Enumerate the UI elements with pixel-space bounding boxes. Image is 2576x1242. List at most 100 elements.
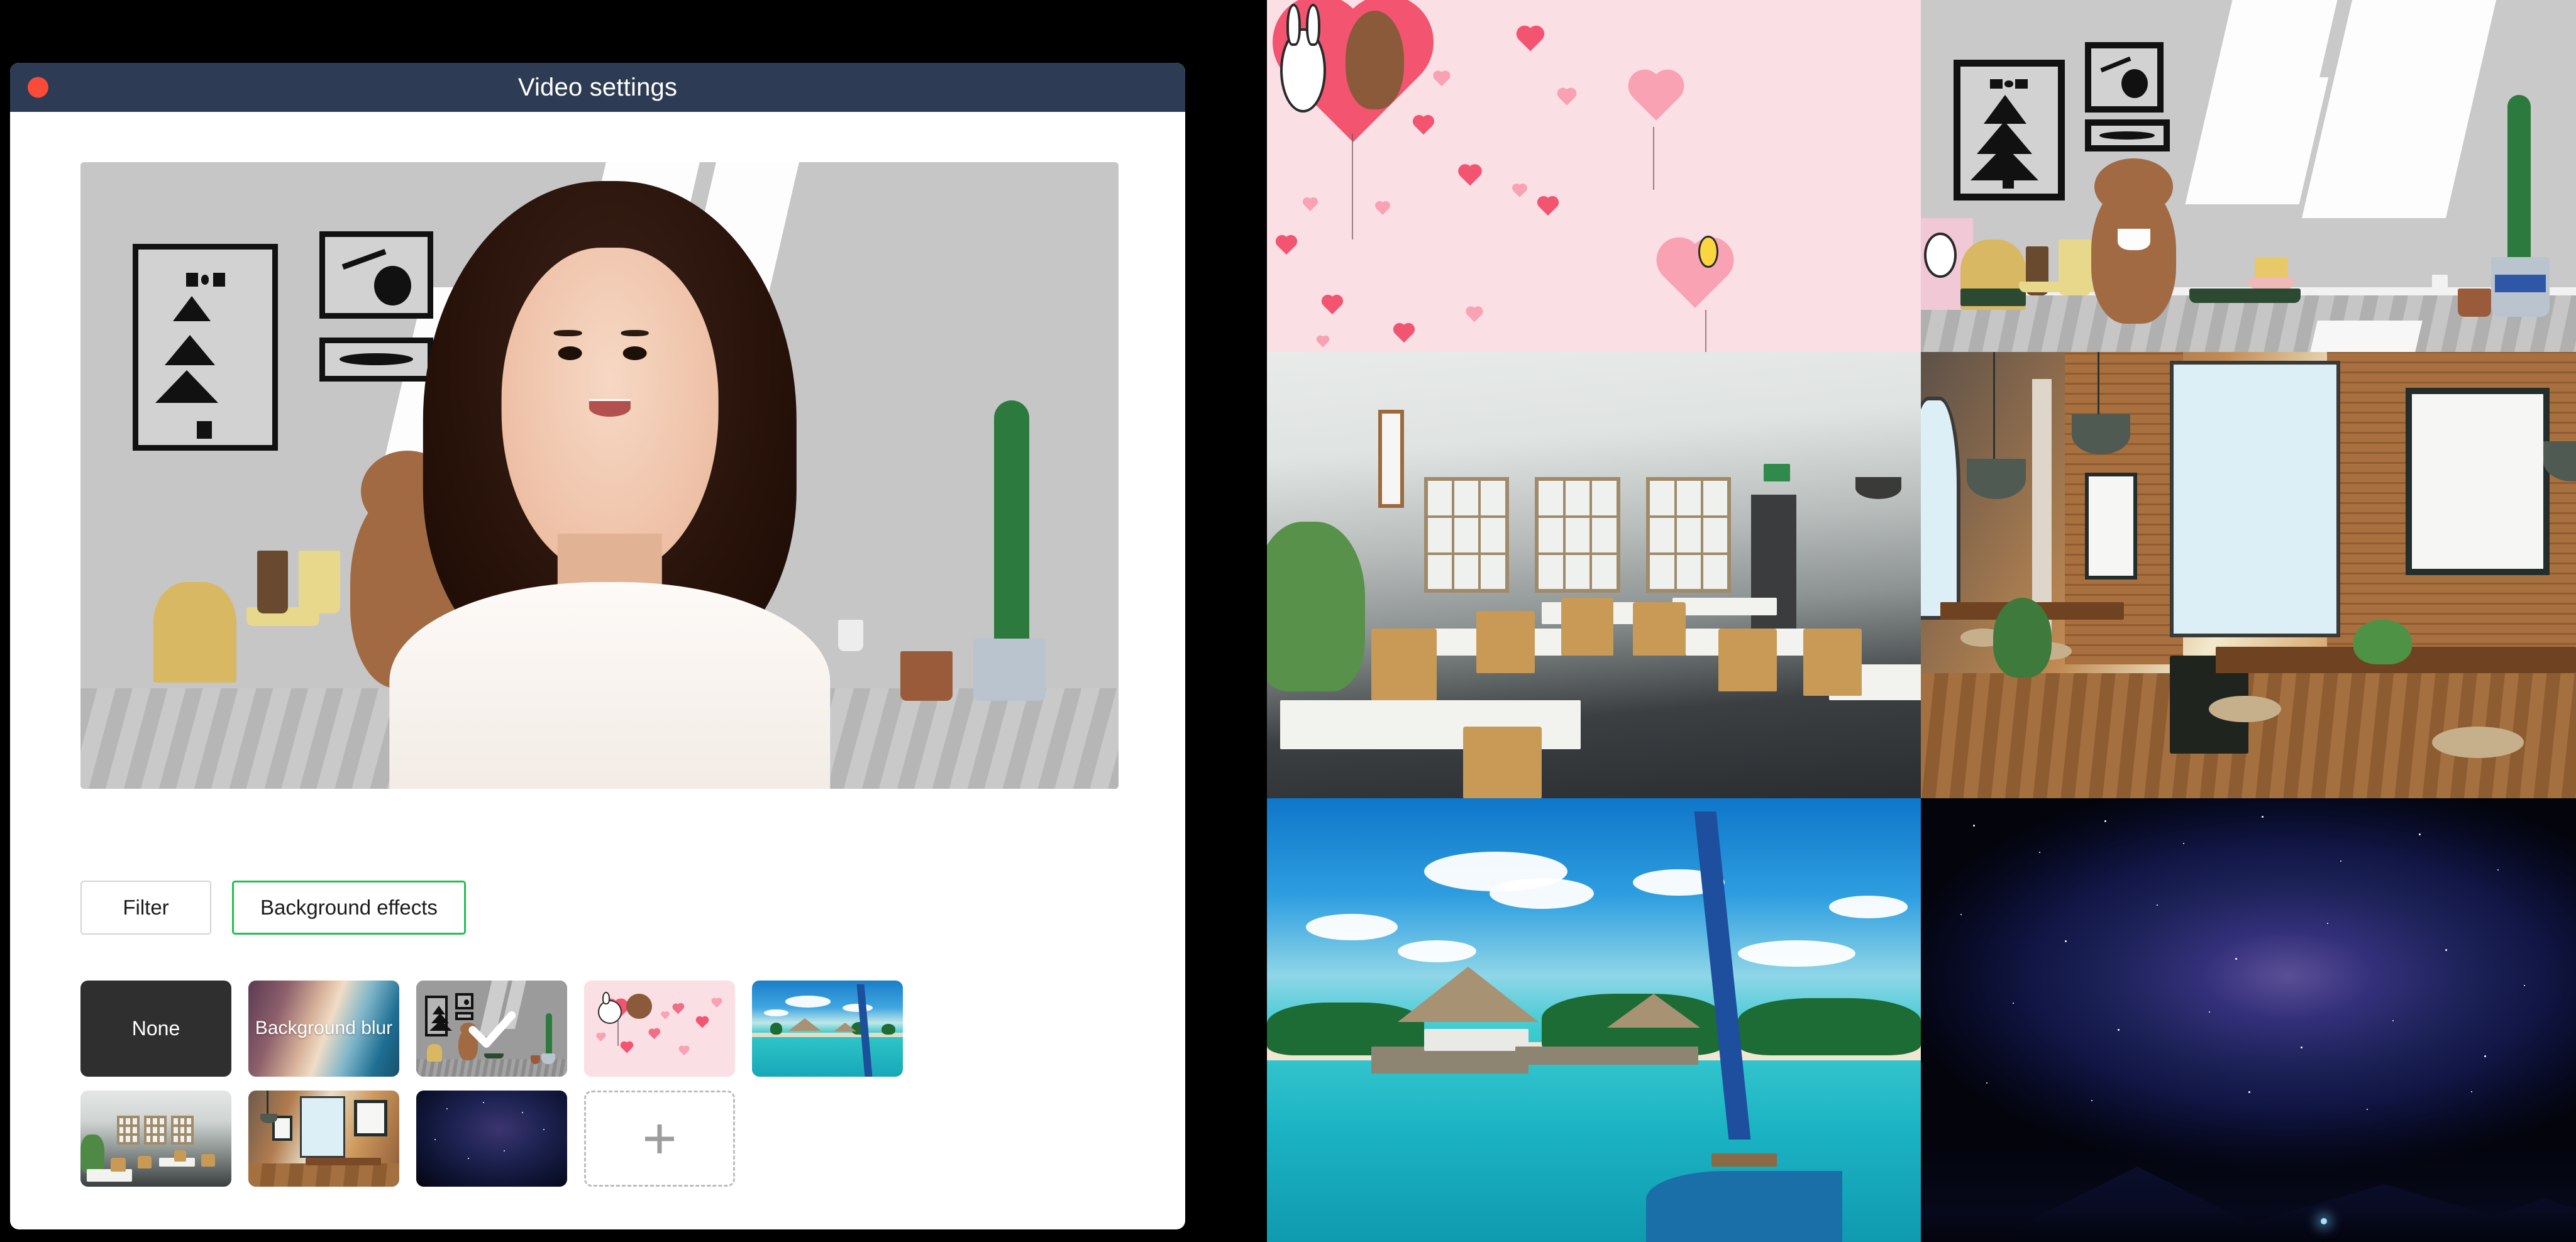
heart [1468, 307, 1482, 322]
virtual-background-render [80, 162, 1119, 789]
valley-light [2320, 1217, 2327, 1224]
background-gallery-panel [1267, 0, 2576, 1242]
cloud [1489, 878, 1594, 910]
cartoon-duck [1698, 236, 1718, 268]
heart [1435, 72, 1449, 86]
brick-cafe-preview [248, 1091, 399, 1187]
star [2523, 984, 2525, 986]
gallery-cell-pink-hearts[interactable] [1267, 0, 1921, 352]
effects-tab-bar: Filter Background effects [80, 881, 466, 935]
effect-thumb-bear-room[interactable] [416, 981, 567, 1077]
door [1750, 495, 1797, 647]
cloud [1306, 913, 1398, 940]
star [2065, 940, 2067, 942]
horizon-haze [1921, 1144, 2576, 1242]
tree-shape [165, 335, 216, 366]
close-dot-icon[interactable] [28, 77, 48, 98]
tropical-beach-preview [752, 981, 903, 1077]
boat-rope [1711, 1153, 1777, 1167]
cartoon-bear-hugging-heart [1345, 10, 1405, 109]
person-face [501, 248, 719, 576]
gallery-cell-grey-cafe[interactable] [1267, 352, 1921, 798]
cloud [1829, 896, 1908, 918]
effect-thumb-none[interactable]: None [80, 981, 231, 1077]
tree-picture-frame [1954, 60, 2065, 201]
power-outlet [2431, 274, 2448, 296]
star [2366, 1109, 2368, 1111]
video-settings-dialog: Video settings Filter Background effects… [10, 63, 1185, 1229]
gallery-cell-tropical-beach[interactable] [1267, 798, 1921, 1242]
star [2484, 1055, 2487, 1058]
tree-shape [172, 296, 211, 322]
small-plant-pot [2458, 289, 2491, 317]
cartoon-bear-head [2094, 158, 2174, 215]
effect-thumb-tropical-beach[interactable] [752, 981, 903, 1077]
cartoon-bunny [1280, 28, 1326, 113]
cafe-chair [1718, 629, 1777, 691]
bow-shape [186, 272, 199, 287]
star [2117, 1029, 2120, 1031]
star [1986, 1082, 1988, 1084]
bow-shape [1989, 79, 2003, 89]
star [2104, 820, 2106, 823]
potted-plant [2353, 620, 2413, 664]
side-table [2019, 282, 2098, 292]
tab-filter[interactable]: Filter [80, 881, 211, 935]
exit-sign [1764, 463, 1790, 481]
potted-palm [1267, 521, 1365, 691]
zigzag-shape [2100, 57, 2132, 73]
star [2392, 1020, 2394, 1021]
circle-shape [374, 265, 412, 306]
heart [1376, 202, 1389, 215]
webcam-person [389, 180, 831, 789]
cactus-vase-pattern [2494, 274, 2546, 292]
bow-shape [213, 272, 226, 287]
star [1973, 825, 1976, 827]
gallery-cell-night-sky[interactable] [1921, 798, 2576, 1242]
cloud [1398, 940, 1476, 963]
bunny-ear [1286, 3, 1302, 46]
gallery-cell-brick-cafe[interactable] [1921, 352, 2576, 798]
abstract-picture-frame [319, 231, 434, 319]
fish-picture-frame [319, 338, 434, 382]
chair [153, 581, 236, 683]
effect-thumb-night-sky[interactable] [416, 1091, 567, 1187]
cafe-chair [1561, 597, 1614, 656]
effect-label-none: None [131, 1017, 180, 1040]
star [2209, 1011, 2211, 1013]
pendant-cord [2098, 352, 2100, 424]
star [2327, 922, 2329, 924]
effect-thumb-pink-hearts[interactable] [584, 981, 735, 1077]
cafe-chair [1803, 629, 1862, 696]
star [2038, 851, 2040, 853]
pendant-cord [1993, 352, 1995, 468]
gallery-cell-bear-room[interactable] [1921, 0, 2576, 352]
tree-shape [1984, 94, 2027, 124]
heart [1415, 117, 1433, 135]
heart [1460, 166, 1480, 186]
effect-thumb-grey-cafe[interactable] [80, 1091, 231, 1187]
heart [1317, 336, 1329, 348]
mug [2255, 256, 2288, 278]
hut-railing [1423, 1029, 1528, 1052]
small-poster-frame [2084, 472, 2137, 580]
heart [1323, 296, 1341, 315]
tree-picture-frame [132, 243, 278, 451]
add-custom-background-button[interactable] [584, 1091, 735, 1187]
bow-center [2004, 80, 2013, 87]
eye-right [622, 346, 647, 360]
video-preview [80, 162, 1119, 789]
heart [1518, 28, 1542, 52]
fish-shape [339, 353, 414, 366]
eye-left [558, 346, 582, 360]
cloud [1737, 940, 1855, 967]
coffee-dripper [298, 551, 340, 613]
effect-thumb-background-blur[interactable]: Background blur [248, 981, 399, 1077]
star [2445, 949, 2447, 952]
pier-walkway [1515, 1047, 1699, 1065]
tab-background-effects[interactable]: Background effects [232, 881, 466, 935]
star [2091, 1100, 2092, 1102]
effect-thumb-brick-cafe[interactable] [248, 1091, 399, 1187]
star [2497, 869, 2499, 871]
heart-balloon [1633, 74, 1679, 121]
